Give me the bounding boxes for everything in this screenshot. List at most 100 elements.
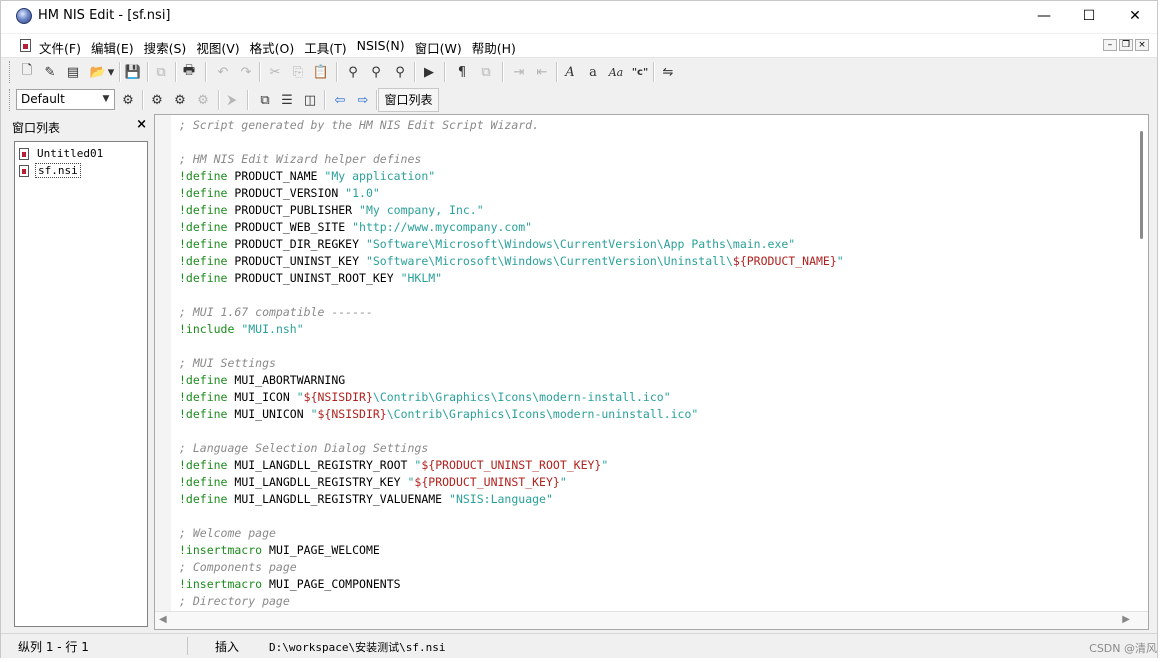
code-line: !define MUI_LANGDLL_REGISTRY_ROOT "${PRO…: [179, 457, 1134, 474]
mdi-minimize-button[interactable]: –: [1103, 39, 1117, 51]
new-file-icon[interactable]: 🗋: [16, 61, 38, 83]
code-line: ; HM NIS Edit Wizard helper defines: [179, 151, 1134, 168]
minimize-button[interactable]: —: [1021, 1, 1067, 31]
settings-icon[interactable]: ⚙: [117, 89, 139, 111]
previous-window-icon[interactable]: ⇦: [329, 89, 351, 111]
goto-line-icon[interactable]: ▶: [418, 61, 440, 83]
code-token: MUI_UNICON: [227, 407, 311, 421]
code-token: PRODUCT_VERSION: [227, 186, 346, 200]
horizontal-scrollbar[interactable]: ◀ ▶: [155, 611, 1148, 629]
code-token: ": [296, 390, 304, 404]
code-area[interactable]: ; Script generated by the HM NIS Edit Sc…: [179, 117, 1134, 610]
mdi-restore-button[interactable]: ❐: [1119, 39, 1133, 51]
word-wrap-icon[interactable]: ⧉: [475, 61, 497, 83]
save-icon[interactable]: 💾: [122, 61, 144, 83]
cascade-windows-icon[interactable]: ⧉: [254, 89, 276, 111]
menu-edit[interactable]: 编辑(E): [91, 38, 134, 57]
mdi-close-button[interactable]: ×: [1135, 39, 1149, 51]
undo-icon[interactable]: ↶: [212, 61, 234, 83]
window-list-button[interactable]: 窗口列表: [378, 88, 439, 112]
code-token: !define: [179, 203, 228, 217]
copy-icon[interactable]: ⎘: [287, 61, 309, 83]
list-item[interactable]: sf.nsi: [15, 162, 147, 179]
redo-icon[interactable]: ↷: [235, 61, 257, 83]
code-token: "My company, Inc.": [359, 203, 484, 217]
run-installer-icon[interactable]: ⮞: [221, 89, 243, 111]
code-line: !define MUI_LANGDLL_REGISTRY_KEY "${PROD…: [179, 474, 1134, 491]
menu-view[interactable]: 视图(V): [196, 38, 239, 57]
indent-icon[interactable]: ⇥: [508, 61, 530, 83]
list-item[interactable]: Untitled01: [15, 145, 147, 162]
save-all-icon[interactable]: ⧉: [150, 61, 172, 83]
maximize-button[interactable]: ☐: [1066, 1, 1112, 31]
scrollbar-thumb[interactable]: [1140, 131, 1143, 239]
replace-icon[interactable]: ⚲: [389, 61, 411, 83]
menu-bar: 文件(F) 编辑(E) 搜索(S) 视图(V) 格式(O) 工具(T) NSIS…: [1, 34, 1157, 58]
scroll-left-icon[interactable]: ◀: [159, 614, 167, 625]
toolbar-separator: [444, 62, 446, 82]
next-window-icon[interactable]: ⇨: [352, 89, 374, 111]
toolbar-separator: [556, 62, 558, 82]
menu-tools[interactable]: 工具(T): [304, 38, 346, 57]
tile-vertical-icon[interactable]: ◫: [299, 89, 321, 111]
insert-mode: 插入: [215, 640, 240, 654]
print-icon[interactable]: 🖶: [178, 61, 200, 83]
status-bar: 纵列 1 - 行 1 插入 D:\workspace\安装测试\sf.nsi: [1, 633, 1157, 658]
document-icon: [19, 147, 29, 160]
menu-nsis[interactable]: NSIS(N): [357, 38, 405, 57]
code-token: !define: [179, 390, 228, 404]
insert-file-icon[interactable]: ⇋: [657, 61, 679, 83]
code-token: "http://www.mycompany.com": [352, 220, 533, 234]
document-icon[interactable]: [20, 39, 31, 52]
code-token: MUI_LANGDLL_REGISTRY_VALUENAME: [227, 492, 450, 506]
paste-icon[interactable]: 📋: [310, 61, 332, 83]
toolbar-grip[interactable]: [9, 89, 13, 111]
compile-script-icon[interactable]: ⚙: [146, 89, 168, 111]
cut-icon[interactable]: ✂: [264, 61, 286, 83]
code-token: MUI_ABORTWARNING: [227, 373, 346, 387]
code-token: !insertmacro: [179, 543, 263, 557]
quote-string-icon[interactable]: "c": [629, 61, 651, 83]
find-icon[interactable]: ⚲: [342, 61, 364, 83]
menu-help[interactable]: 帮助(H): [472, 38, 516, 57]
close-button[interactable]: ✕: [1112, 1, 1158, 31]
scroll-right-icon[interactable]: ▶: [1122, 614, 1130, 625]
code-token: "Software\Microsoft\Windows\CurrentVersi…: [365, 254, 733, 268]
code-token: "MUI.nsh": [241, 322, 304, 336]
code-editor[interactable]: ; Script generated by the HM NIS Edit Sc…: [154, 114, 1149, 630]
code-line: ; MUI 1.67 compatible ------: [179, 304, 1134, 321]
title-bar: HM NIS Edit - [sf.nsi] — ☐ ✕: [1, 1, 1157, 33]
code-token: ${PRODUCT_NAME}: [732, 254, 837, 268]
style-select[interactable]: Default ▼: [16, 89, 115, 110]
stop-compile-icon[interactable]: ⚙: [192, 89, 214, 111]
toolbar-separator: [205, 62, 207, 82]
menu-format[interactable]: 格式(O): [250, 38, 295, 57]
toolbar-separator: [175, 62, 177, 82]
find-next-icon[interactable]: ⚲: [365, 61, 387, 83]
compile-run-icon[interactable]: ⚙: [169, 89, 191, 111]
tile-horizontal-icon[interactable]: ☰: [276, 89, 298, 111]
toolbar-separator: [119, 62, 121, 82]
code-line: ; Language Selection Dialog Settings: [179, 440, 1134, 457]
uppercase-icon[interactable]: A: [559, 61, 581, 83]
code-token: !insertmacro: [179, 577, 263, 591]
code-token: ; Script generated by the HM NIS Edit Sc…: [179, 118, 540, 132]
outdent-icon[interactable]: ⇤: [531, 61, 553, 83]
code-token: ": [601, 458, 609, 472]
lowercase-icon[interactable]: a: [582, 61, 604, 83]
close-icon[interactable]: ×: [136, 117, 147, 132]
chevron-down-icon[interactable]: ▼: [100, 92, 112, 107]
toolbar-grip[interactable]: [9, 61, 13, 83]
wizard-icon[interactable]: ✎: [39, 61, 61, 83]
menu-search[interactable]: 搜索(S): [144, 38, 187, 57]
menu-file[interactable]: 文件(F): [39, 38, 81, 57]
vertical-scrollbar[interactable]: [1132, 115, 1148, 612]
open-dropdown-icon[interactable]: ▾: [105, 61, 117, 83]
show-whitespace-icon[interactable]: ¶: [451, 61, 473, 83]
template-icon[interactable]: ▤: [62, 61, 84, 83]
toggle-case-icon[interactable]: Aa: [605, 61, 627, 83]
code-line: !define MUI_UNICON "${NSISDIR}\Contrib\G…: [179, 406, 1134, 423]
toolbar-separator: [324, 90, 326, 110]
menu-window[interactable]: 窗口(W): [415, 38, 462, 57]
code-token: "1.0": [345, 186, 380, 200]
